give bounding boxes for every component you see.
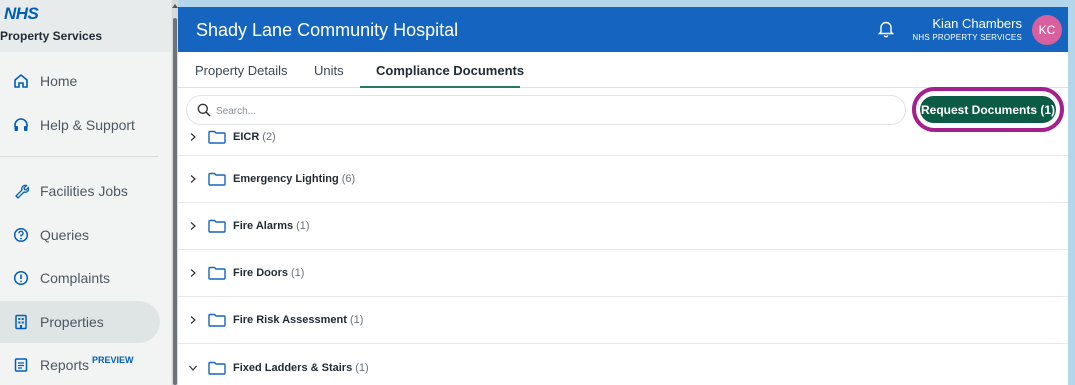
sidebar: NHS Property Services Home Help & Suppor… xyxy=(0,0,172,385)
folder-count: (1) xyxy=(349,314,364,326)
avatar[interactable]: KC xyxy=(1032,15,1062,45)
tab-bar: Property Details Units Compliance Docume… xyxy=(178,52,1068,88)
folder-row-eicr[interactable]: EICR (2) xyxy=(178,118,1068,156)
user-organisation: NHS PROPERTY SERVICES xyxy=(912,33,1022,42)
folder-icon xyxy=(208,266,226,280)
wrench-icon xyxy=(12,182,30,200)
folder-name: Fire Alarms xyxy=(233,220,294,232)
folder-row-fire-doors[interactable]: Fire Doors (1) xyxy=(178,250,1068,297)
folder-icon xyxy=(208,172,226,186)
tab-property-details[interactable]: Property Details xyxy=(195,63,287,78)
search-icon xyxy=(197,103,211,117)
folder-row-fixed-ladders-stairs[interactable]: Fixed Ladders & Stairs (1) xyxy=(178,344,1068,385)
sidebar-item-label: Reports xyxy=(40,357,90,373)
folder-icon xyxy=(208,219,226,233)
nhs-logo: NHS xyxy=(4,4,39,23)
main-content: Property Details Units Compliance Docume… xyxy=(178,52,1068,385)
folder-icon xyxy=(208,313,226,327)
sidebar-item-label: Complaints xyxy=(40,270,111,286)
chevron-right-icon[interactable] xyxy=(188,132,198,142)
search-placeholder: Search... xyxy=(216,106,257,117)
sidebar-item-home[interactable]: Home xyxy=(0,60,160,102)
active-tab-indicator xyxy=(360,86,520,88)
folder-count: (1) xyxy=(291,267,305,279)
folder-row-fire-risk-assessment[interactable]: Fire Risk Assessment (1) xyxy=(178,297,1068,344)
folder-icon xyxy=(208,361,226,375)
folder-name: Fire Risk Assessment xyxy=(233,314,347,326)
sidebar-item-properties[interactable]: Properties xyxy=(0,301,160,343)
scrollbar-thumb[interactable] xyxy=(173,18,177,385)
question-icon xyxy=(12,226,30,244)
tab-compliance-documents[interactable]: Compliance Documents xyxy=(376,63,524,78)
folder-count: (1) xyxy=(355,361,369,374)
chevron-right-icon[interactable] xyxy=(188,268,198,278)
folder-name: Fire Doors xyxy=(233,267,289,279)
sidebar-item-reports[interactable]: Reports PREVIEW xyxy=(0,344,160,385)
chevron-right-icon[interactable] xyxy=(188,315,198,325)
folder-row-fire-alarms[interactable]: Fire Alarms (1) xyxy=(178,203,1068,250)
building-icon xyxy=(12,313,30,331)
headset-icon xyxy=(12,116,30,134)
folder-icon xyxy=(208,130,226,144)
brand-subtitle: Property Services xyxy=(0,29,103,43)
sidebar-item-queries[interactable]: Queries xyxy=(0,214,160,256)
sidebar-divider xyxy=(0,156,158,157)
bell-icon[interactable] xyxy=(877,20,895,38)
page-title: Shady Lane Community Hospital xyxy=(196,20,459,40)
sidebar-item-label: Home xyxy=(40,73,78,89)
sidebar-item-facilities-jobs[interactable]: Facilities Jobs xyxy=(0,170,160,212)
chevron-right-icon[interactable] xyxy=(188,221,198,231)
folder-name: Emergency Lighting xyxy=(233,173,339,185)
sidebar-item-label: Facilities Jobs xyxy=(40,183,128,199)
chevron-down-icon[interactable] xyxy=(188,363,198,373)
preview-badge: PREVIEW xyxy=(92,355,134,365)
folder-count: (6) xyxy=(341,173,356,185)
folder-name: EICR xyxy=(233,130,260,143)
app-header: Shady Lane Community Hospital Kian Chamb… xyxy=(178,7,1068,52)
sidebar-item-complaints[interactable]: Complaints xyxy=(0,257,160,299)
folder-row-emergency-lighting[interactable]: Emergency Lighting (6) xyxy=(178,156,1068,203)
home-icon xyxy=(12,72,30,90)
sidebar-item-label: Queries xyxy=(40,227,90,243)
brand: NHS Property Services xyxy=(0,0,171,52)
user-name[interactable]: Kian Chambers xyxy=(932,16,1022,31)
alert-icon xyxy=(12,269,30,287)
sidebar-item-label: Help & Support xyxy=(40,117,135,133)
sidebar-item-label: Properties xyxy=(40,314,104,330)
chevron-right-icon[interactable] xyxy=(188,174,198,184)
tab-units[interactable]: Units xyxy=(314,63,344,78)
folder-name: Fixed Ladders & Stairs xyxy=(233,361,353,374)
folder-count: (1) xyxy=(296,220,310,232)
report-icon xyxy=(12,356,30,374)
folder-count: (2) xyxy=(262,130,276,143)
sidebar-item-help[interactable]: Help & Support xyxy=(0,104,160,146)
